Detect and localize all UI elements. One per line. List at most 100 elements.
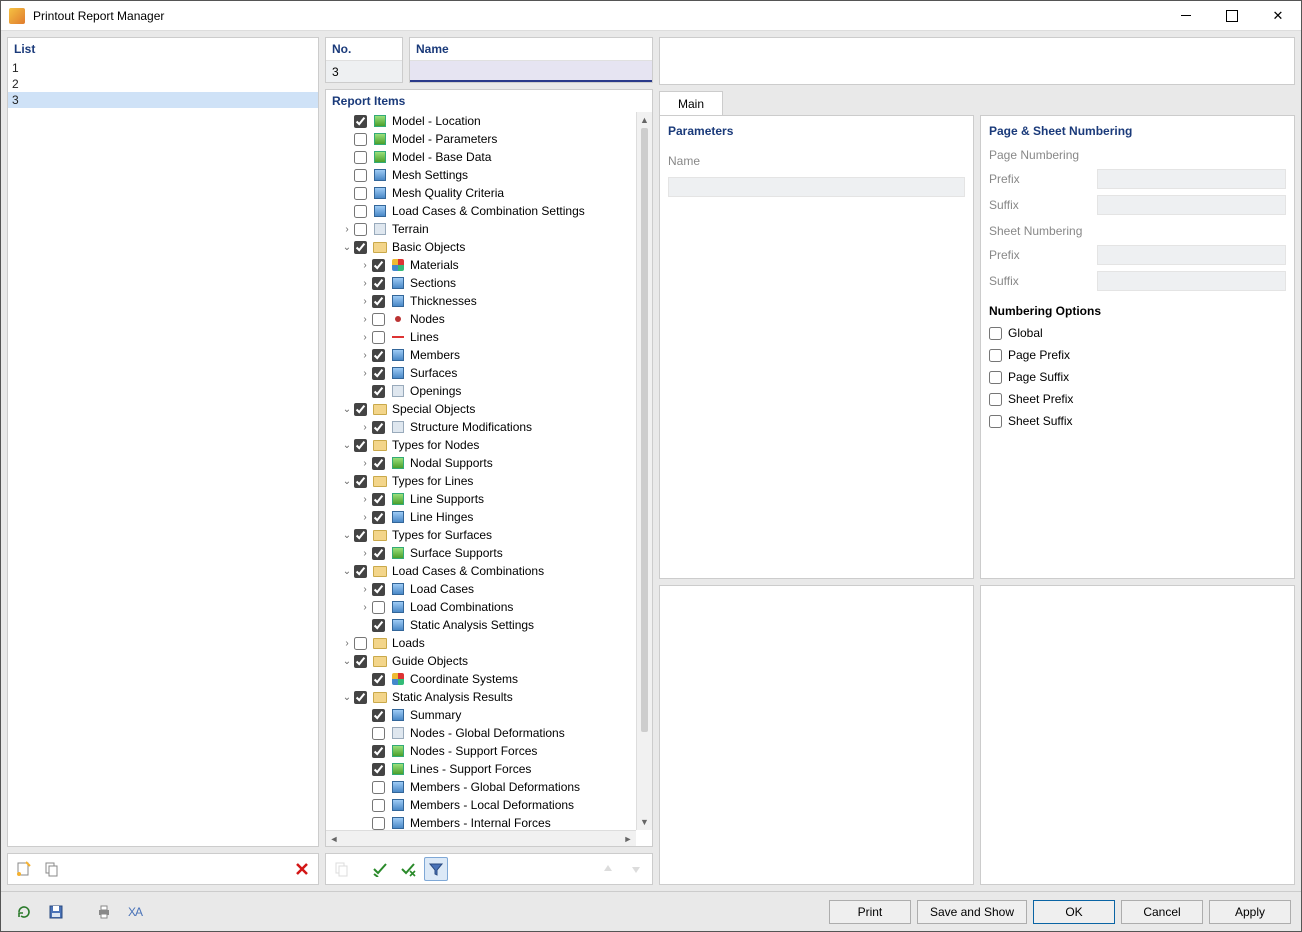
tree-row[interactable]: Mesh Quality Criteria — [326, 184, 636, 202]
tree-checkbox[interactable] — [372, 259, 385, 272]
expand-arrow-icon[interactable]: ⌄ — [340, 692, 354, 703]
tree-row[interactable]: Model - Parameters — [326, 130, 636, 148]
tree-row[interactable]: ›Terrain — [326, 220, 636, 238]
scroll-right-icon[interactable]: ► — [620, 831, 636, 846]
tree-checkbox[interactable] — [372, 709, 385, 722]
minimize-button[interactable] — [1163, 1, 1209, 31]
tree-checkbox[interactable] — [354, 223, 367, 236]
tree-checkbox[interactable] — [372, 313, 385, 326]
cancel-button[interactable]: Cancel — [1121, 900, 1203, 924]
print-button[interactable]: Print — [829, 900, 911, 924]
tree-checkbox[interactable] — [372, 763, 385, 776]
scroll-down-icon[interactable]: ▼ — [637, 814, 652, 830]
tree-row[interactable]: ›Surface Supports — [326, 544, 636, 562]
tree-row[interactable]: Static Analysis Settings — [326, 616, 636, 634]
report-name-input[interactable] — [410, 60, 652, 82]
tree-checkbox[interactable] — [354, 565, 367, 578]
close-button[interactable] — [1255, 1, 1301, 31]
expand-arrow-icon[interactable]: › — [358, 584, 372, 595]
tree-row[interactable]: Coordinate Systems — [326, 670, 636, 688]
expand-arrow-icon[interactable]: ⌄ — [340, 656, 354, 667]
tree-checkbox[interactable] — [372, 295, 385, 308]
scroll-up-icon[interactable]: ▲ — [637, 112, 652, 128]
expand-arrow-icon[interactable]: › — [358, 512, 372, 523]
tree-row[interactable]: Nodes - Support Forces — [326, 742, 636, 760]
tree-checkbox[interactable] — [372, 727, 385, 740]
ok-button[interactable]: OK — [1033, 900, 1115, 924]
tree-row[interactable]: ›Thicknesses — [326, 292, 636, 310]
tree-checkbox[interactable] — [372, 583, 385, 596]
tree-row[interactable]: Nodes - Global Deformations — [326, 724, 636, 742]
refresh-icon[interactable] — [11, 899, 37, 925]
tree-row[interactable]: ›Nodes — [326, 310, 636, 328]
expand-arrow-icon[interactable]: › — [358, 350, 372, 361]
expand-arrow-icon[interactable]: › — [358, 368, 372, 379]
opt-global[interactable]: Global — [989, 322, 1286, 344]
tree-checkbox[interactable] — [372, 367, 385, 380]
tree-checkbox[interactable] — [354, 637, 367, 650]
translate-icon[interactable]: XA — [123, 899, 149, 925]
vertical-scrollbar[interactable]: ▲ ▼ — [636, 112, 652, 830]
expand-arrow-icon[interactable]: › — [340, 224, 354, 235]
tree-row[interactable]: Members - Internal Forces — [326, 814, 636, 830]
tree-checkbox[interactable] — [372, 799, 385, 812]
tree-checkbox[interactable] — [354, 403, 367, 416]
expand-arrow-icon[interactable]: › — [358, 296, 372, 307]
tree-checkbox[interactable] — [372, 547, 385, 560]
expand-arrow-icon[interactable]: ⌄ — [340, 566, 354, 577]
scroll-left-icon[interactable]: ◄ — [326, 831, 342, 846]
uncheck-all-button[interactable] — [396, 857, 420, 881]
tree-row[interactable]: Openings — [326, 382, 636, 400]
tree-row[interactable]: ›Line Supports — [326, 490, 636, 508]
sheet-prefix-input[interactable] — [1097, 245, 1286, 265]
tree-row[interactable]: ⌄Types for Nodes — [326, 436, 636, 454]
tree-row[interactable]: ›Structure Modifications — [326, 418, 636, 436]
tree-checkbox[interactable] — [372, 349, 385, 362]
tree-row[interactable]: ›Load Cases — [326, 580, 636, 598]
tree-row[interactable]: Model - Location — [326, 112, 636, 130]
tree-checkbox[interactable] — [354, 241, 367, 254]
tree-row[interactable]: ›Loads — [326, 634, 636, 652]
expand-arrow-icon[interactable]: › — [358, 278, 372, 289]
expand-arrow-icon[interactable]: ⌄ — [340, 404, 354, 415]
tree-checkbox[interactable] — [354, 205, 367, 218]
expand-arrow-icon[interactable]: ⌄ — [340, 476, 354, 487]
opt-sheet-suffix[interactable]: Sheet Suffix — [989, 410, 1286, 432]
expand-arrow-icon[interactable]: ⌄ — [340, 530, 354, 541]
sheet-suffix-input[interactable] — [1097, 271, 1286, 291]
tree-row[interactable]: Members - Global Deformations — [326, 778, 636, 796]
tree-row[interactable]: Model - Base Data — [326, 148, 636, 166]
tree-row[interactable]: Summary — [326, 706, 636, 724]
expand-arrow-icon[interactable]: ⌄ — [340, 440, 354, 451]
expand-arrow-icon[interactable]: › — [358, 494, 372, 505]
tree-row[interactable]: Mesh Settings — [326, 166, 636, 184]
tree-row[interactable]: Members - Local Deformations — [326, 796, 636, 814]
tree-row[interactable]: ⌄Types for Surfaces — [326, 526, 636, 544]
tree-checkbox[interactable] — [354, 151, 367, 164]
save-icon[interactable] — [43, 899, 69, 925]
print-icon[interactable] — [91, 899, 117, 925]
tree-checkbox[interactable] — [354, 655, 367, 668]
page-prefix-input[interactable] — [1097, 169, 1286, 189]
expand-arrow-icon[interactable]: › — [358, 332, 372, 343]
copy-report-button[interactable] — [40, 857, 64, 881]
tree-row[interactable]: ⌄Guide Objects — [326, 652, 636, 670]
tree-checkbox[interactable] — [372, 277, 385, 290]
tree-checkbox[interactable] — [372, 331, 385, 344]
tree-row[interactable]: ⌄Load Cases & Combinations — [326, 562, 636, 580]
tree-row[interactable]: ⌄Static Analysis Results — [326, 688, 636, 706]
tab-main[interactable]: Main — [659, 91, 723, 115]
tree-checkbox[interactable] — [372, 511, 385, 524]
delete-report-button[interactable] — [290, 857, 314, 881]
tree-checkbox[interactable] — [354, 691, 367, 704]
expand-arrow-icon[interactable]: ⌄ — [340, 242, 354, 253]
opt-sheet-prefix[interactable]: Sheet Prefix — [989, 388, 1286, 410]
tree-row[interactable]: ›Lines — [326, 328, 636, 346]
tree-checkbox[interactable] — [354, 115, 367, 128]
expand-arrow-icon[interactable]: › — [340, 638, 354, 649]
expand-arrow-icon[interactable]: › — [358, 458, 372, 469]
tree-row[interactable]: ›Members — [326, 346, 636, 364]
tree-checkbox[interactable] — [372, 673, 385, 686]
page-suffix-input[interactable] — [1097, 195, 1286, 215]
tree-checkbox[interactable] — [372, 385, 385, 398]
